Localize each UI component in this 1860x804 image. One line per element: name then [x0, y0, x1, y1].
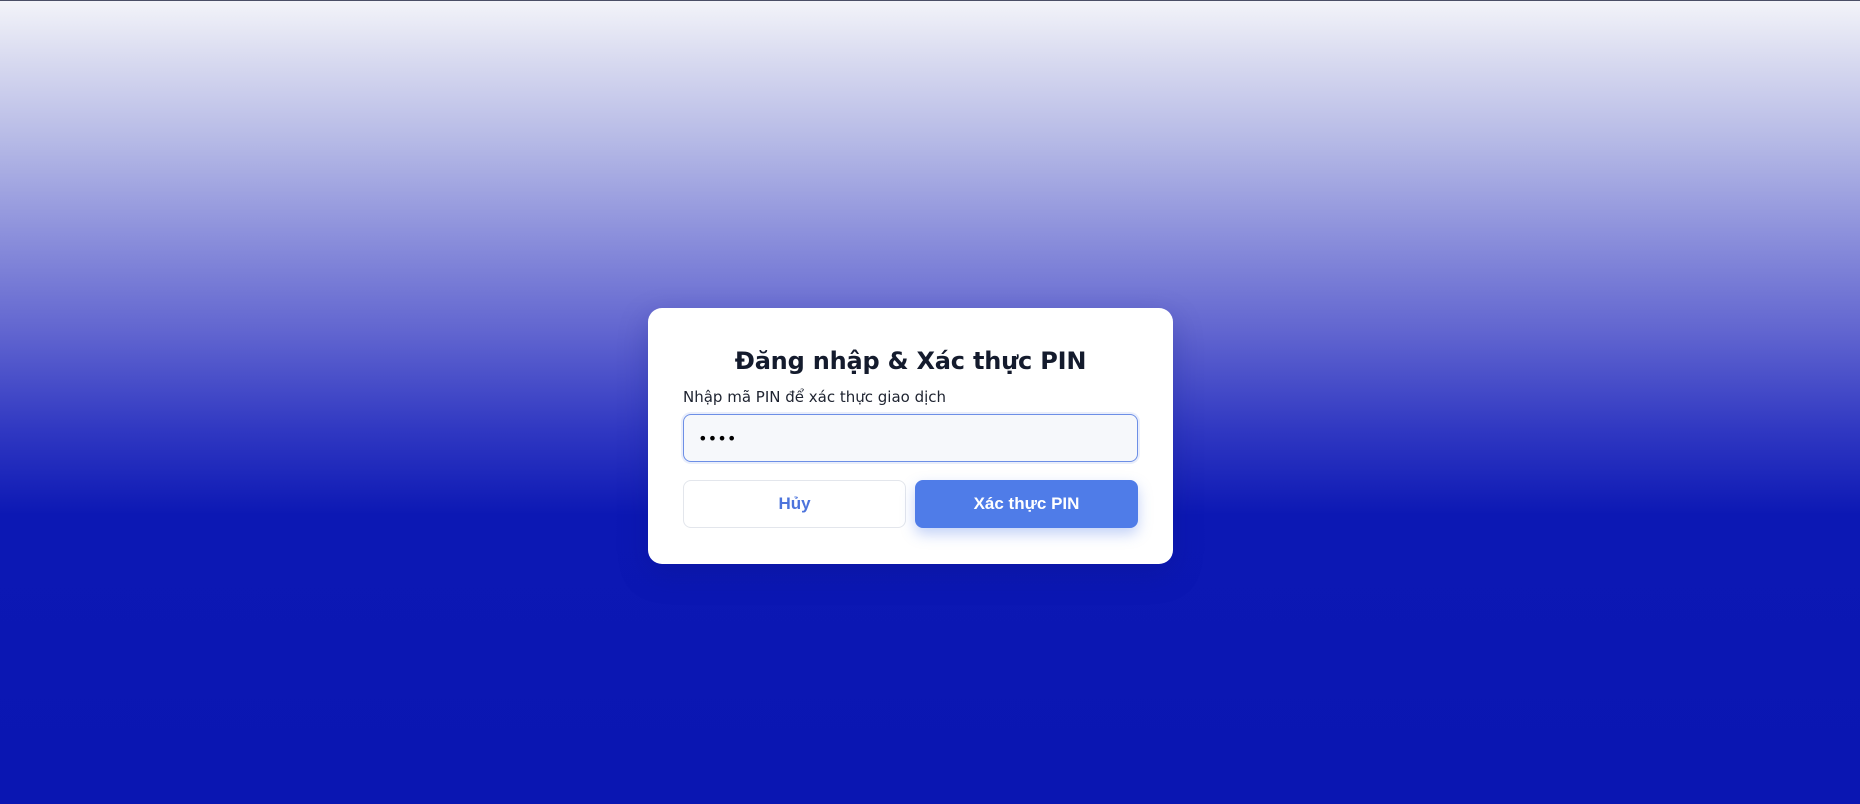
pin-label: Nhập mã PIN để xác thực giao dịch: [683, 388, 947, 406]
window-top-border: [0, 0, 1860, 1]
cancel-button[interactable]: Hủy: [683, 480, 906, 528]
button-row: Hủy Xác thực PIN: [683, 480, 1138, 528]
pin-input[interactable]: [683, 414, 1138, 462]
verify-pin-button[interactable]: Xác thực PIN: [915, 480, 1138, 528]
pin-dialog: Đăng nhập & Xác thực PIN Nhập mã PIN để …: [648, 308, 1173, 564]
dialog-title: Đăng nhập & Xác thực PIN: [734, 347, 1087, 375]
